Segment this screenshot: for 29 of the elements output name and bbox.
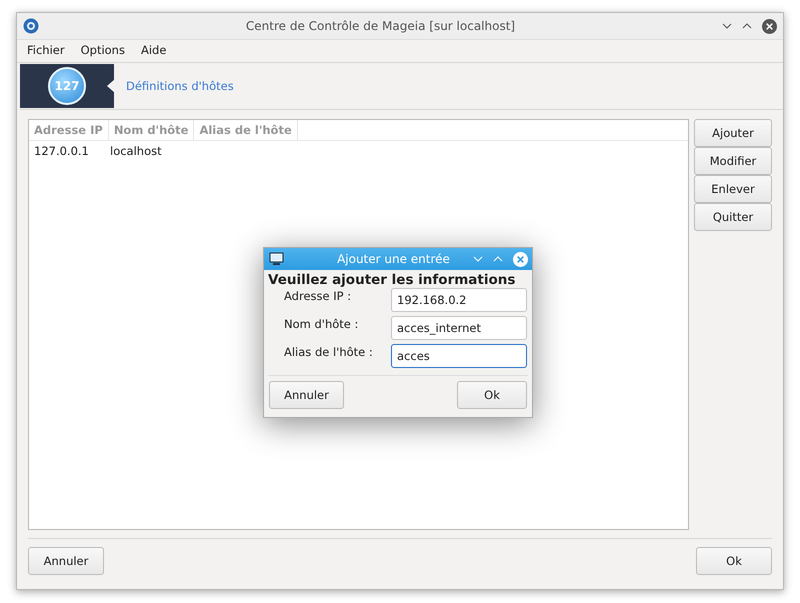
field-label: Adresse IP : (284, 288, 352, 303)
dialog-heading: Veuillez ajouter les informations (267, 271, 516, 288)
menu-item[interactable]: Fichier (21, 43, 71, 59)
side-button[interactable]: Enlever (694, 175, 772, 203)
menu-item[interactable]: Options (74, 43, 131, 59)
field-label: Nom d'hôte : (284, 316, 360, 331)
table-cell-text: localhost (109, 144, 163, 158)
ok-button[interactable]: Ok (457, 381, 527, 409)
banner-logo: 127 (20, 64, 114, 108)
side-button[interactable]: Modifier (694, 147, 772, 175)
text-field[interactable]: acces_internet (391, 316, 527, 340)
window-title: Centre de Contrôle de Mageia [sur localhost] (244, 19, 516, 33)
menu-item[interactable]: Aide (134, 43, 172, 59)
cancel-button[interactable]: Annuler (269, 381, 344, 409)
maximize-icon[interactable] (742, 23, 752, 29)
text-field[interactable]: 192.168.0.2 (391, 288, 527, 312)
computer-icon (268, 252, 284, 266)
close-icon[interactable] (762, 18, 777, 34)
app-icon (23, 18, 39, 34)
page-title: Définitions d'hôtes (126, 79, 234, 93)
side-button[interactable]: Quitter (694, 203, 772, 231)
minimize-icon[interactable] (722, 23, 732, 29)
side-button[interactable]: Ajouter (694, 119, 772, 147)
ok-button[interactable]: Ok (696, 547, 772, 575)
cancel-button[interactable]: Annuler (28, 547, 104, 575)
dialog-title: Ajouter une entrée (336, 252, 451, 266)
table-cell-text: 127.0.0.1 (33, 144, 90, 158)
field-label: Alias de l'hôte : (284, 344, 374, 359)
text-field[interactable]: acces (391, 344, 527, 368)
